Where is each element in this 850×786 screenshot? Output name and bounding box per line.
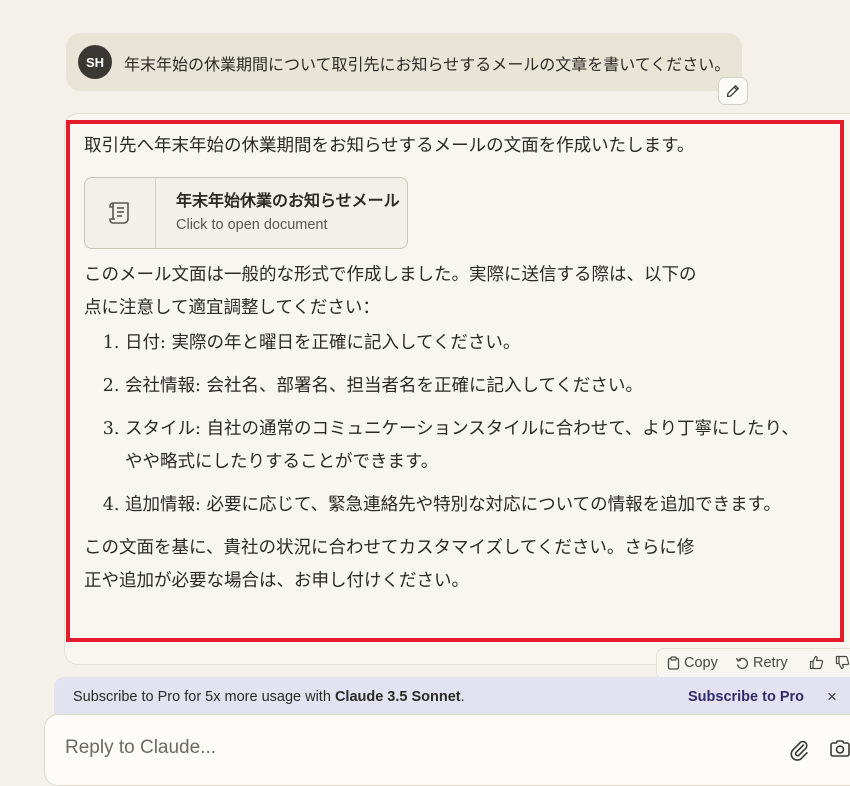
close-icon[interactable]: × <box>827 687 837 707</box>
paperclip-icon <box>790 740 808 761</box>
artifact-icon-box <box>85 178 156 248</box>
subscribe-banner: Subscribe to Pro for 5x more usage with … <box>54 677 850 719</box>
user-message: SH 年末年始の休業期間について取引先にお知らせするメールの文章を書いてください… <box>66 33 742 91</box>
note-term: 日付: <box>125 333 166 353</box>
edit-message-button[interactable] <box>718 77 748 105</box>
assistant-response: 取引先へ年末年始の休業期間をお知らせするメールの文面を作成いたします。 年末年始… <box>84 130 804 598</box>
thumbs-down-icon <box>835 655 850 670</box>
user-avatar: SH <box>78 45 112 79</box>
copy-label: Copy <box>684 655 718 671</box>
subscribe-text-prefix: Subscribe to Pro for 5x more usage with <box>73 689 335 705</box>
response-closing-line2: 正や追加が必要な場合は、お申し付けください。 <box>84 571 469 591</box>
retry-label: Retry <box>753 655 788 671</box>
attach-button[interactable] <box>789 739 809 765</box>
subscribe-text-suffix: . <box>460 689 465 705</box>
response-body: このメール文面は一般的な形式で作成しました。実際に送信する際は、以下の 点に注意… <box>84 259 804 325</box>
response-intro: 取引先へ年末年始の休業期間をお知らせするメールの文面を作成いたします。 <box>84 136 695 156</box>
notes-list: 日付: 実際の年と曜日を正確に記入してください。 会社情報: 会社名、部署名、担… <box>84 327 804 522</box>
camera-button[interactable] <box>829 739 850 763</box>
reply-composer <box>44 714 850 786</box>
artifact-card[interactable]: 年末年始休業のお知らせメール Click to open document <box>84 177 408 249</box>
list-item: 日付: 実際の年と曜日を正確に記入してください。 <box>125 327 804 360</box>
response-body-line2: 点に注意して適宜調整してください： <box>84 298 380 318</box>
pencil-icon <box>726 85 739 98</box>
subscribe-to-pro-link[interactable]: Subscribe to Pro <box>688 689 804 705</box>
note-term: スタイル: <box>125 419 201 439</box>
note-text: 必要に応じて、緊急連絡先や特別な対応についての情報を追加できます。 <box>206 495 781 515</box>
thumbs-up-icon <box>809 655 824 670</box>
response-closing: この文面を基に、貴社の状況に合わせてカスタマイズしてください。さらに修 正や追加… <box>84 532 804 598</box>
thumbs-down-button[interactable] <box>835 655 850 670</box>
retry-icon <box>735 657 749 670</box>
list-item: スタイル: 自社の通常のコミュニケーションスタイルに合わせて、より丁寧にしたり、… <box>125 413 804 479</box>
copy-button[interactable]: Copy <box>667 655 718 671</box>
list-item: 会社情報: 会社名、部署名、担当者名を正確に記入してください。 <box>125 370 804 403</box>
subscribe-text: Subscribe to Pro for 5x more usage with … <box>73 689 465 705</box>
note-text: 実際の年と曜日を正確に記入してください。 <box>171 333 521 353</box>
retry-button[interactable]: Retry <box>735 655 788 671</box>
note-term: 会社情報: <box>125 376 201 396</box>
document-scroll-icon <box>109 202 129 224</box>
note-text: 自社の通常のコミュニケーションスタイルに合わせて、より丁寧にしたり、やや略式にし… <box>125 419 799 472</box>
response-body-line1: このメール文面は一般的な形式で作成しました。実際に送信する際は、以下の <box>84 265 697 285</box>
note-term: 追加情報: <box>125 495 201 515</box>
user-message-text: 年末年始の休業期間について取引先にお知らせするメールの文章を書いてください。 <box>124 55 731 74</box>
list-item: 追加情報: 必要に応じて、緊急連絡先や特別な対応についての情報を追加できます。 <box>125 489 804 522</box>
note-text: 会社名、部署名、担当者名を正確に記入してください。 <box>206 376 643 396</box>
artifact-title: 年末年始休業のお知らせメール <box>176 193 400 210</box>
thumbs-up-button[interactable] <box>809 655 824 670</box>
artifact-subtitle: Click to open document <box>176 217 328 233</box>
response-actions: Copy Retry <box>656 648 850 680</box>
clipboard-icon <box>667 656 680 670</box>
camera-icon <box>830 740 850 757</box>
reply-input[interactable] <box>65 737 665 759</box>
subscribe-model-name: Claude 3.5 Sonnet <box>334 689 461 705</box>
response-closing-line1: この文面を基に、貴社の状況に合わせてカスタマイズしてください。さらに修 <box>84 538 695 558</box>
